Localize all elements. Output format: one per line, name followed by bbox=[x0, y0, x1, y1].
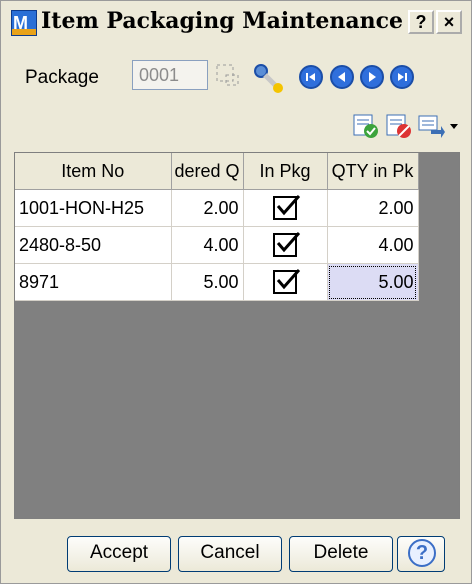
column-header-in-pkg[interactable]: In Pkg bbox=[243, 153, 328, 190]
items-table: Item No dered Q In Pkg QTY in Pk 1001-HO… bbox=[15, 153, 419, 301]
package-label: Package bbox=[25, 67, 99, 88]
in-pkg-cell[interactable] bbox=[243, 189, 328, 227]
column-header-item-no[interactable]: Item No bbox=[15, 153, 172, 190]
last-record-icon[interactable] bbox=[390, 65, 414, 89]
package-input[interactable] bbox=[132, 60, 208, 90]
item-no-cell[interactable]: 2480-8-50 bbox=[15, 226, 172, 264]
item-packaging-window: M Item Packaging Maintenance ? × Package bbox=[0, 0, 472, 584]
first-record-icon[interactable] bbox=[299, 65, 323, 89]
table-row[interactable]: 1001-HON-H25 2.00 2.00 bbox=[15, 189, 419, 227]
title-bar: M Item Packaging Maintenance ? × bbox=[1, 1, 471, 43]
table-row[interactable]: 8971 5.00 5.00 bbox=[15, 263, 419, 301]
help-title-button[interactable]: ? bbox=[408, 10, 434, 34]
app-icon: M bbox=[11, 10, 37, 36]
in-pkg-checkbox[interactable] bbox=[273, 232, 301, 257]
cancel-button-label: Cancel bbox=[200, 542, 260, 563]
cancel-button[interactable]: Cancel bbox=[178, 536, 282, 572]
column-header-ordered-qty[interactable]: dered Q bbox=[171, 153, 244, 190]
ordered-qty-cell[interactable]: 2.00 bbox=[171, 189, 244, 227]
item-no-cell[interactable]: 8971 bbox=[15, 263, 172, 301]
delete-button-label: Delete bbox=[313, 542, 369, 563]
key-icon[interactable] bbox=[251, 61, 285, 95]
in-pkg-cell[interactable] bbox=[243, 263, 328, 301]
ordered-qty-cell[interactable]: 5.00 bbox=[171, 263, 244, 301]
help-button[interactable]: ? bbox=[397, 536, 445, 572]
in-pkg-checkbox[interactable] bbox=[273, 195, 301, 220]
lookup-icon[interactable] bbox=[214, 61, 242, 89]
column-header-qty-in-pkg[interactable]: QTY in Pk bbox=[327, 153, 419, 190]
window-title: Item Packaging Maintenance bbox=[41, 8, 404, 34]
help-icon: ? bbox=[408, 539, 436, 567]
print-icon[interactable] bbox=[417, 112, 445, 140]
in-pkg-checkbox[interactable] bbox=[273, 269, 301, 294]
items-grid: Item No dered Q In Pkg QTY in Pk 1001-HO… bbox=[14, 152, 460, 519]
qty-in-pkg-cell[interactable]: 4.00 bbox=[327, 226, 419, 264]
ordered-qty-cell[interactable]: 4.00 bbox=[171, 226, 244, 264]
in-pkg-cell[interactable] bbox=[243, 226, 328, 264]
clear-all-icon[interactable] bbox=[385, 112, 413, 140]
qty-in-pkg-cell[interactable]: 2.00 bbox=[327, 189, 419, 227]
dropdown-icon[interactable] bbox=[447, 112, 461, 140]
previous-record-icon[interactable] bbox=[330, 65, 354, 89]
accept-button-label: Accept bbox=[89, 542, 149, 563]
accept-button[interactable]: Accept bbox=[67, 536, 171, 572]
next-record-icon[interactable] bbox=[360, 65, 384, 89]
table-row[interactable]: 2480-8-50 4.00 4.00 bbox=[15, 226, 419, 264]
qty-in-pkg-cell[interactable]: 5.00 bbox=[327, 263, 419, 301]
item-no-cell[interactable]: 1001-HON-H25 bbox=[15, 189, 172, 227]
delete-button[interactable]: Delete bbox=[289, 536, 393, 572]
select-all-icon[interactable] bbox=[352, 112, 380, 140]
close-button[interactable]: × bbox=[436, 10, 462, 34]
